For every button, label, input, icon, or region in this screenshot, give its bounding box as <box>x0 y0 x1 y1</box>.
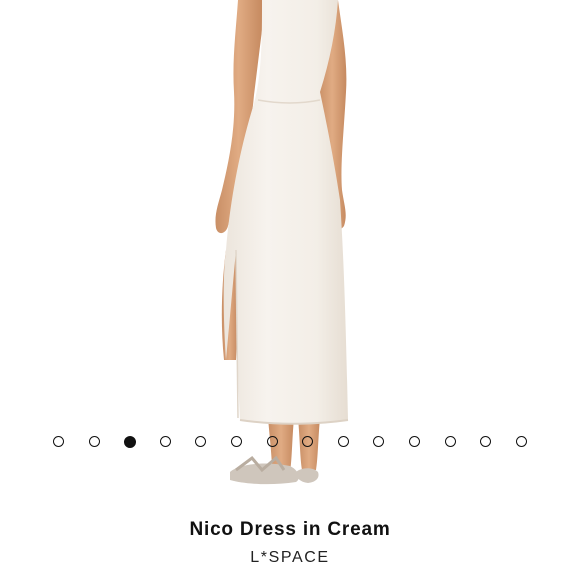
product-title[interactable]: Nico Dress in Cream <box>0 519 580 541</box>
carousel-dot[interactable] <box>231 436 242 447</box>
product-photo-icon <box>215 0 349 485</box>
image-carousel-dots <box>0 435 580 449</box>
carousel-dot[interactable] <box>337 436 349 447</box>
carousel-dot[interactable] <box>53 436 64 447</box>
carousel-dot[interactable] <box>195 436 207 447</box>
carousel-dot[interactable] <box>480 436 492 447</box>
carousel-dot[interactable] <box>373 436 385 447</box>
product-page: Nico Dress in Cream L*SPACE <box>0 0 580 580</box>
brand-link[interactable]: L*SPACE <box>0 549 580 567</box>
product-image[interactable] <box>0 0 580 500</box>
carousel-dot[interactable] <box>266 436 278 447</box>
carousel-dot[interactable] <box>302 436 314 447</box>
carousel-dot[interactable] <box>159 436 171 447</box>
carousel-dot[interactable] <box>409 436 420 447</box>
carousel-dot[interactable] <box>444 436 456 447</box>
carousel-dot[interactable] <box>88 436 100 447</box>
carousel-dot[interactable] <box>515 436 527 447</box>
carousel-dot[interactable] <box>124 435 137 448</box>
